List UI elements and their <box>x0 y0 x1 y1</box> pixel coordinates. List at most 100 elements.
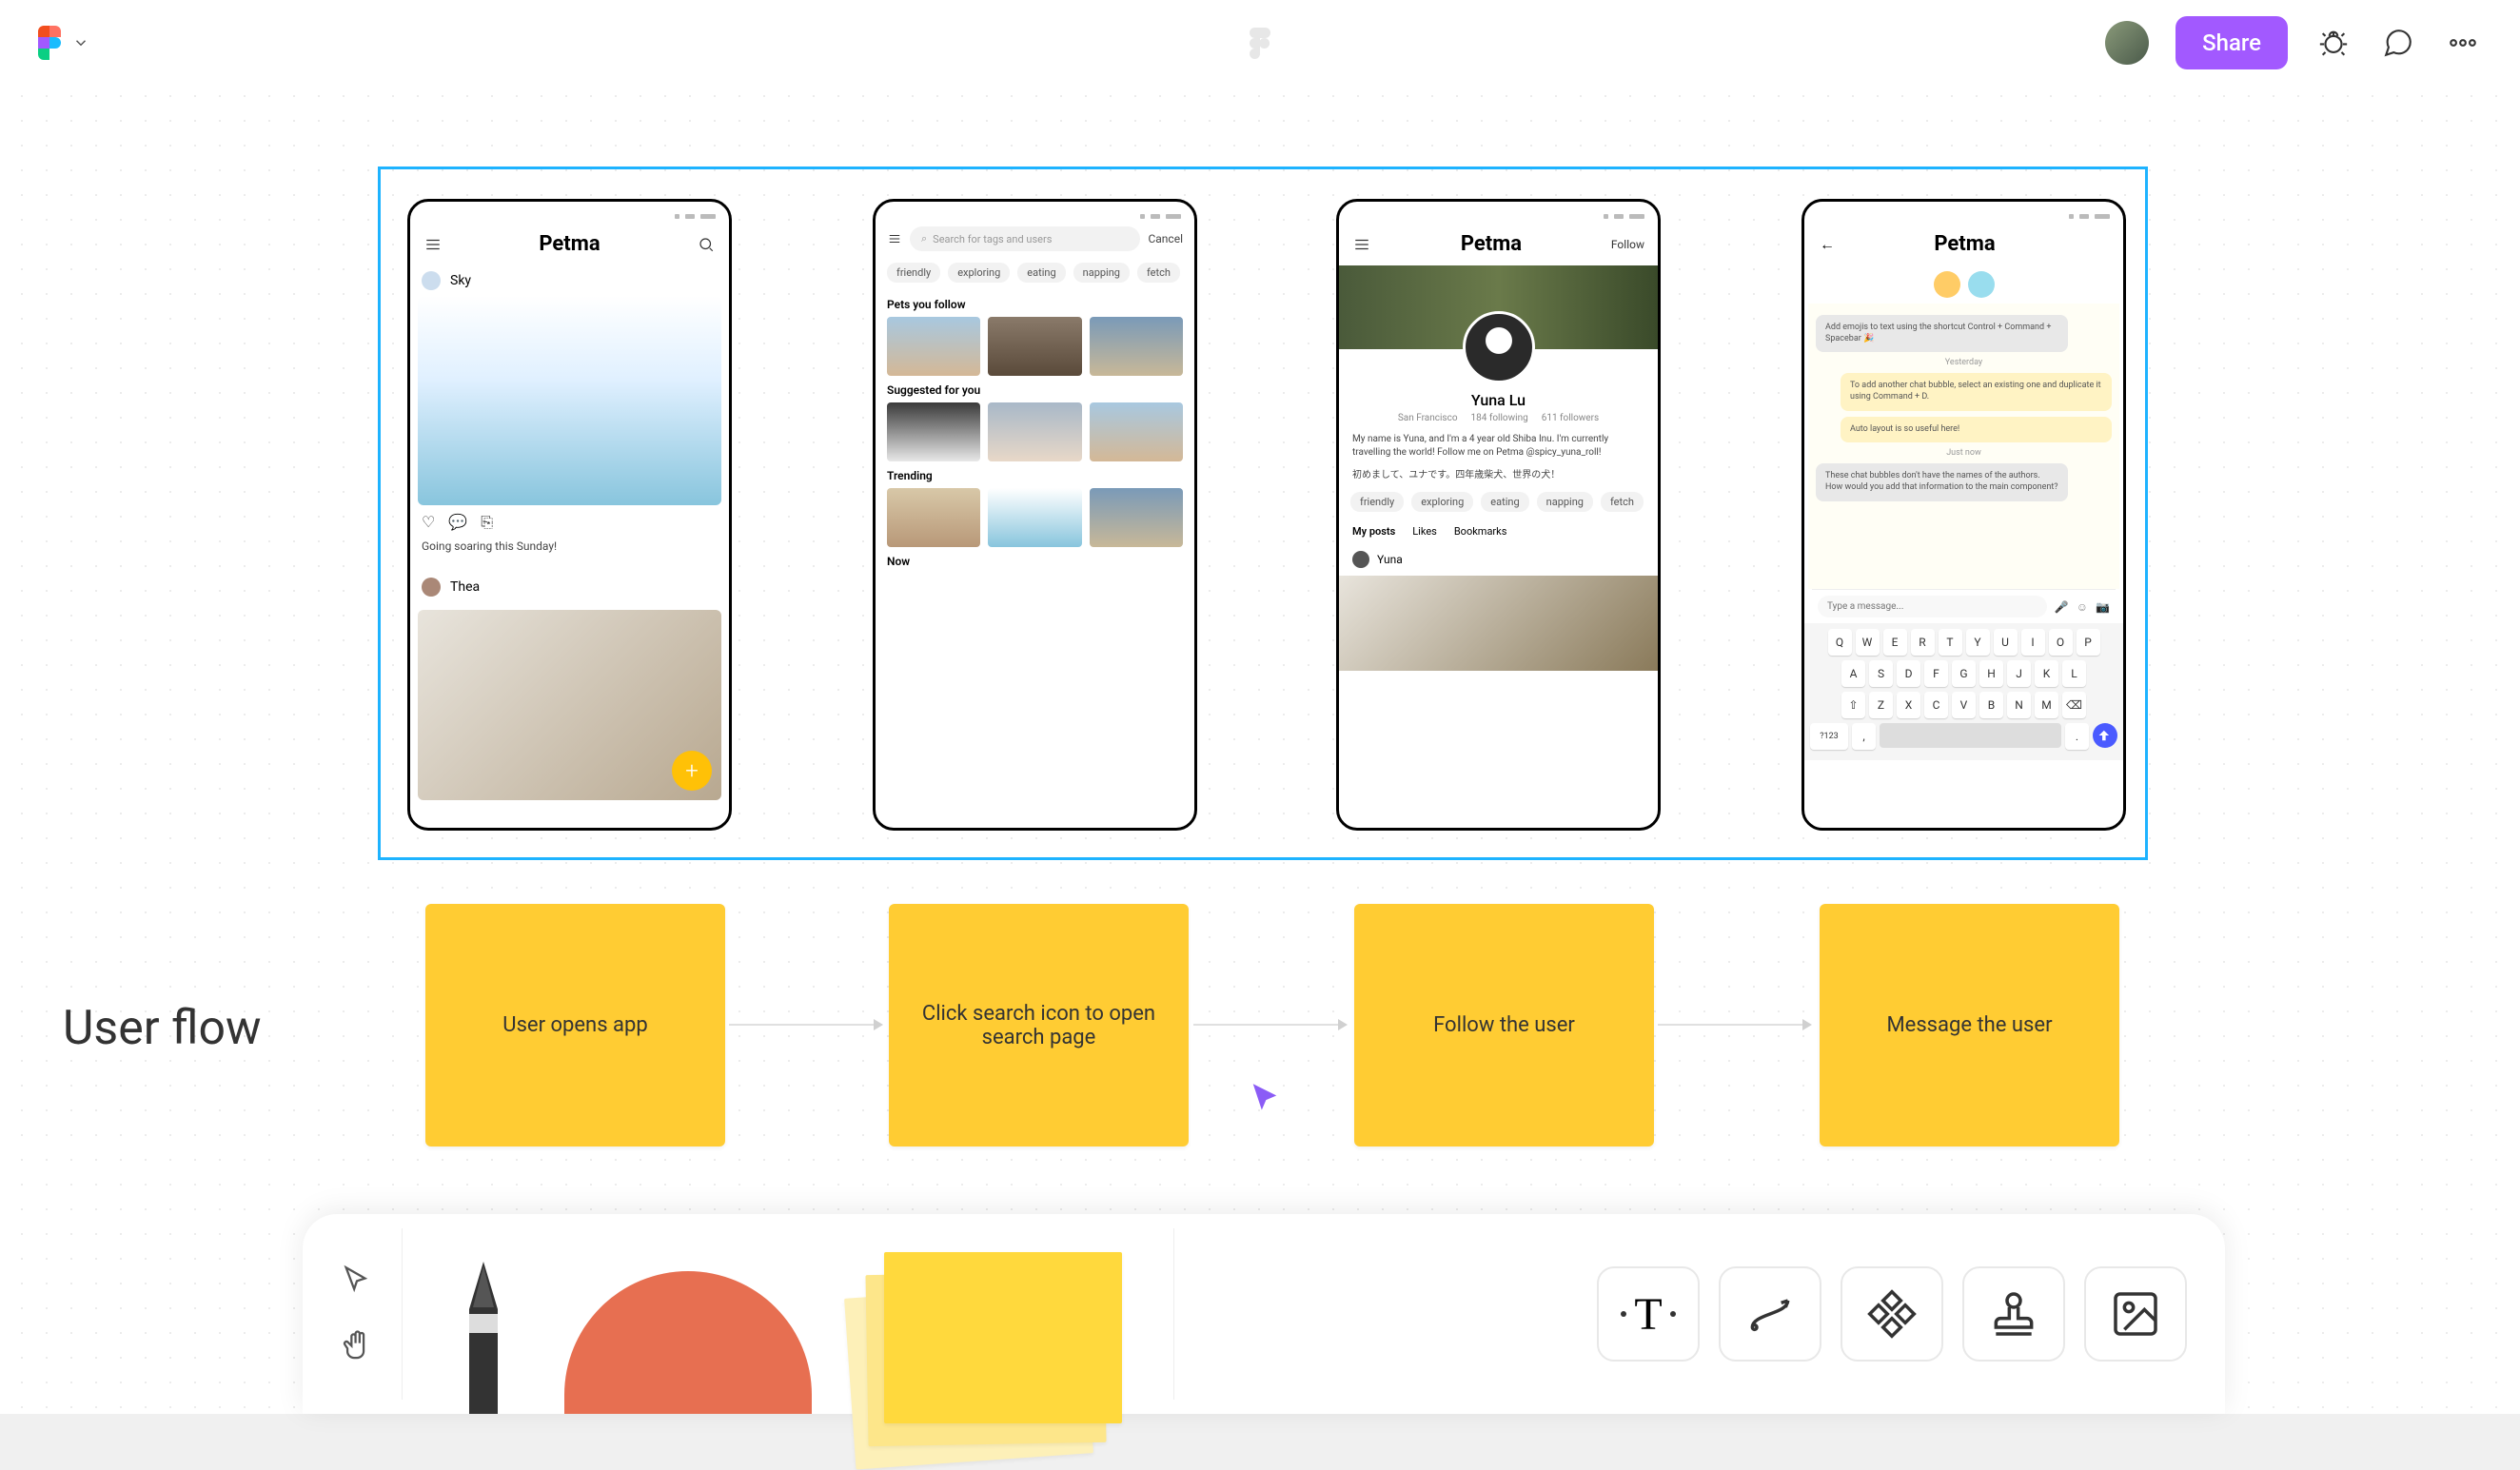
time-label: Yesterday <box>1812 358 2116 367</box>
tab: Likes <box>1412 525 1437 538</box>
image-grid <box>883 488 1187 547</box>
key: P <box>2077 629 2100 656</box>
mockup-feed[interactable]: Petma Sky ♡ 💬 ⎘ Going soaring this Sunda… <box>407 199 732 831</box>
comment-icon[interactable] <box>2379 24 2417 62</box>
chat-bubble: To add another chat bubble, select an ex… <box>1841 373 2112 410</box>
key: U <box>1994 629 2018 656</box>
chat-bubble: These chat bubbles don't have the names … <box>1816 463 2068 500</box>
sticky-note[interactable]: Message the user <box>1820 904 2119 1147</box>
time-label: Just now <box>1812 448 2116 458</box>
app-header: Petma <box>418 223 721 265</box>
app-header: ← Petma <box>1812 223 2116 265</box>
profile-post-image <box>1339 576 1658 671</box>
flow-arrow <box>729 1024 881 1026</box>
fab-add-icon: + <box>672 751 712 791</box>
menu-icon <box>423 235 443 254</box>
bookmark-icon: ⎘ <box>481 513 493 532</box>
message-field <box>1818 596 2047 617</box>
chat-bubble: Auto layout is so useful here! <box>1841 417 2112 443</box>
section-title: Now <box>883 547 1187 574</box>
marker-tool-icon[interactable] <box>460 1262 507 1414</box>
app-title: Petma <box>1461 232 1522 256</box>
feed-user-2: Thea <box>418 572 721 602</box>
key: M <box>2035 692 2058 718</box>
bio-line: 初めまして、ユナです。四年歳柴犬、世界の犬！ <box>1352 469 1644 482</box>
chevron-down-icon[interactable] <box>72 34 89 51</box>
tab: My posts <box>1352 525 1395 538</box>
key: Y <box>1966 629 1990 656</box>
text-tool-button[interactable]: T <box>1597 1266 1700 1362</box>
chat-bubble: Add emojis to text using the shortcut Co… <box>1816 315 2068 352</box>
widgets-tool-button[interactable] <box>1841 1266 1943 1362</box>
figjam-canvas[interactable]: Share Petma Sky ♡ <box>0 0 2520 1414</box>
app-title: Petma <box>1934 232 1995 256</box>
key: O <box>2049 629 2073 656</box>
feed-actions: ♡ 💬 ⎘ <box>418 505 721 539</box>
user-avatar[interactable] <box>2105 21 2149 65</box>
key-row: ?123 , . <box>1810 723 2117 750</box>
tag-row: friendly exploring eating napping fetch <box>883 255 1187 290</box>
avatar-icon <box>1934 271 1960 298</box>
sticky-text: Click search icon to open search page <box>912 1002 1166 1049</box>
mockup-profile[interactable]: Petma Follow Yuna Lu San Francisco 184 f… <box>1336 199 1661 831</box>
status-bar <box>1812 209 2116 223</box>
tag-row: friendly exploring eating napping fetch <box>1347 492 1650 519</box>
sticky-note[interactable]: User opens app <box>425 904 725 1147</box>
key: . <box>2065 723 2089 750</box>
bio-line: My name is Yuna, and I'm a 4 year old Sh… <box>1352 433 1644 460</box>
sticky-note[interactable]: Click search icon to open search page <box>889 904 1189 1147</box>
search-input: ⌕Search for tags and users <box>910 226 1140 251</box>
tab: Bookmarks <box>1454 525 1507 538</box>
tag: fetch <box>1137 263 1180 283</box>
cancel-link: Cancel <box>1148 232 1183 245</box>
tag: exploring <box>948 263 1010 283</box>
connector-tool-button[interactable] <box>1719 1266 1821 1362</box>
mockup-search[interactable]: ⌕Search for tags and users Cancel friend… <box>873 199 1197 831</box>
key: Q <box>1828 629 1852 656</box>
spacebar <box>1880 723 2061 748</box>
stamp-tool-button[interactable] <box>1962 1266 2065 1362</box>
image-tool-button[interactable] <box>2084 1266 2187 1362</box>
feed-caption: Going soaring this Sunday! <box>418 539 721 553</box>
figma-mono-icon <box>1250 28 1270 58</box>
emoji-icon: ☺ <box>2077 600 2088 614</box>
key: L <box>2062 660 2086 687</box>
topbar-right: Share <box>2105 16 2482 69</box>
sticky-note[interactable]: Follow the user <box>1354 904 1654 1147</box>
tag: friendly <box>1350 492 1404 512</box>
key-row: ASDFGHJKL <box>1810 660 2117 687</box>
profile-location: San Francisco <box>1398 413 1458 423</box>
multiplayer-cursor-icon <box>1247 1079 1285 1117</box>
share-button[interactable]: Share <box>2175 16 2288 69</box>
shape-tool-icon[interactable] <box>564 1271 812 1414</box>
app-title: Petma <box>539 232 600 256</box>
key: G <box>1952 660 1976 687</box>
status-bar <box>883 209 1187 223</box>
tag: exploring <box>1411 492 1473 512</box>
search-icon <box>697 235 716 254</box>
tag: eating <box>1481 492 1528 512</box>
key: F <box>1924 660 1948 687</box>
flow-label: User flow <box>63 1001 262 1056</box>
figma-logo-icon[interactable] <box>38 26 61 60</box>
image-grid <box>883 402 1187 461</box>
profile-followers: 611 followers <box>1542 413 1599 423</box>
key: K <box>2035 660 2058 687</box>
sticky-tool-icon[interactable] <box>850 1252 1116 1414</box>
tag: fetch <box>1601 492 1644 512</box>
sticky-text: Follow the user <box>1433 1013 1575 1037</box>
chat-body: Add emojis to text using the shortcut Co… <box>1808 304 2119 589</box>
section-title: Trending <box>883 461 1187 488</box>
mockup-chat[interactable]: ← Petma Add emojis to text using the sho… <box>1801 199 2126 831</box>
select-tool-icon[interactable] <box>341 1264 373 1300</box>
key: B <box>1979 692 2003 718</box>
key: C <box>1924 692 1948 718</box>
more-icon[interactable] <box>2444 24 2482 62</box>
camera-icon: 📷 <box>2096 600 2110 614</box>
feed-image <box>418 296 721 505</box>
hand-tool-icon[interactable] <box>341 1328 373 1364</box>
bug-icon[interactable] <box>2314 24 2353 62</box>
key: A <box>1841 660 1865 687</box>
send-key-icon <box>2093 723 2117 748</box>
search-placeholder: Search for tags and users <box>933 233 1052 245</box>
